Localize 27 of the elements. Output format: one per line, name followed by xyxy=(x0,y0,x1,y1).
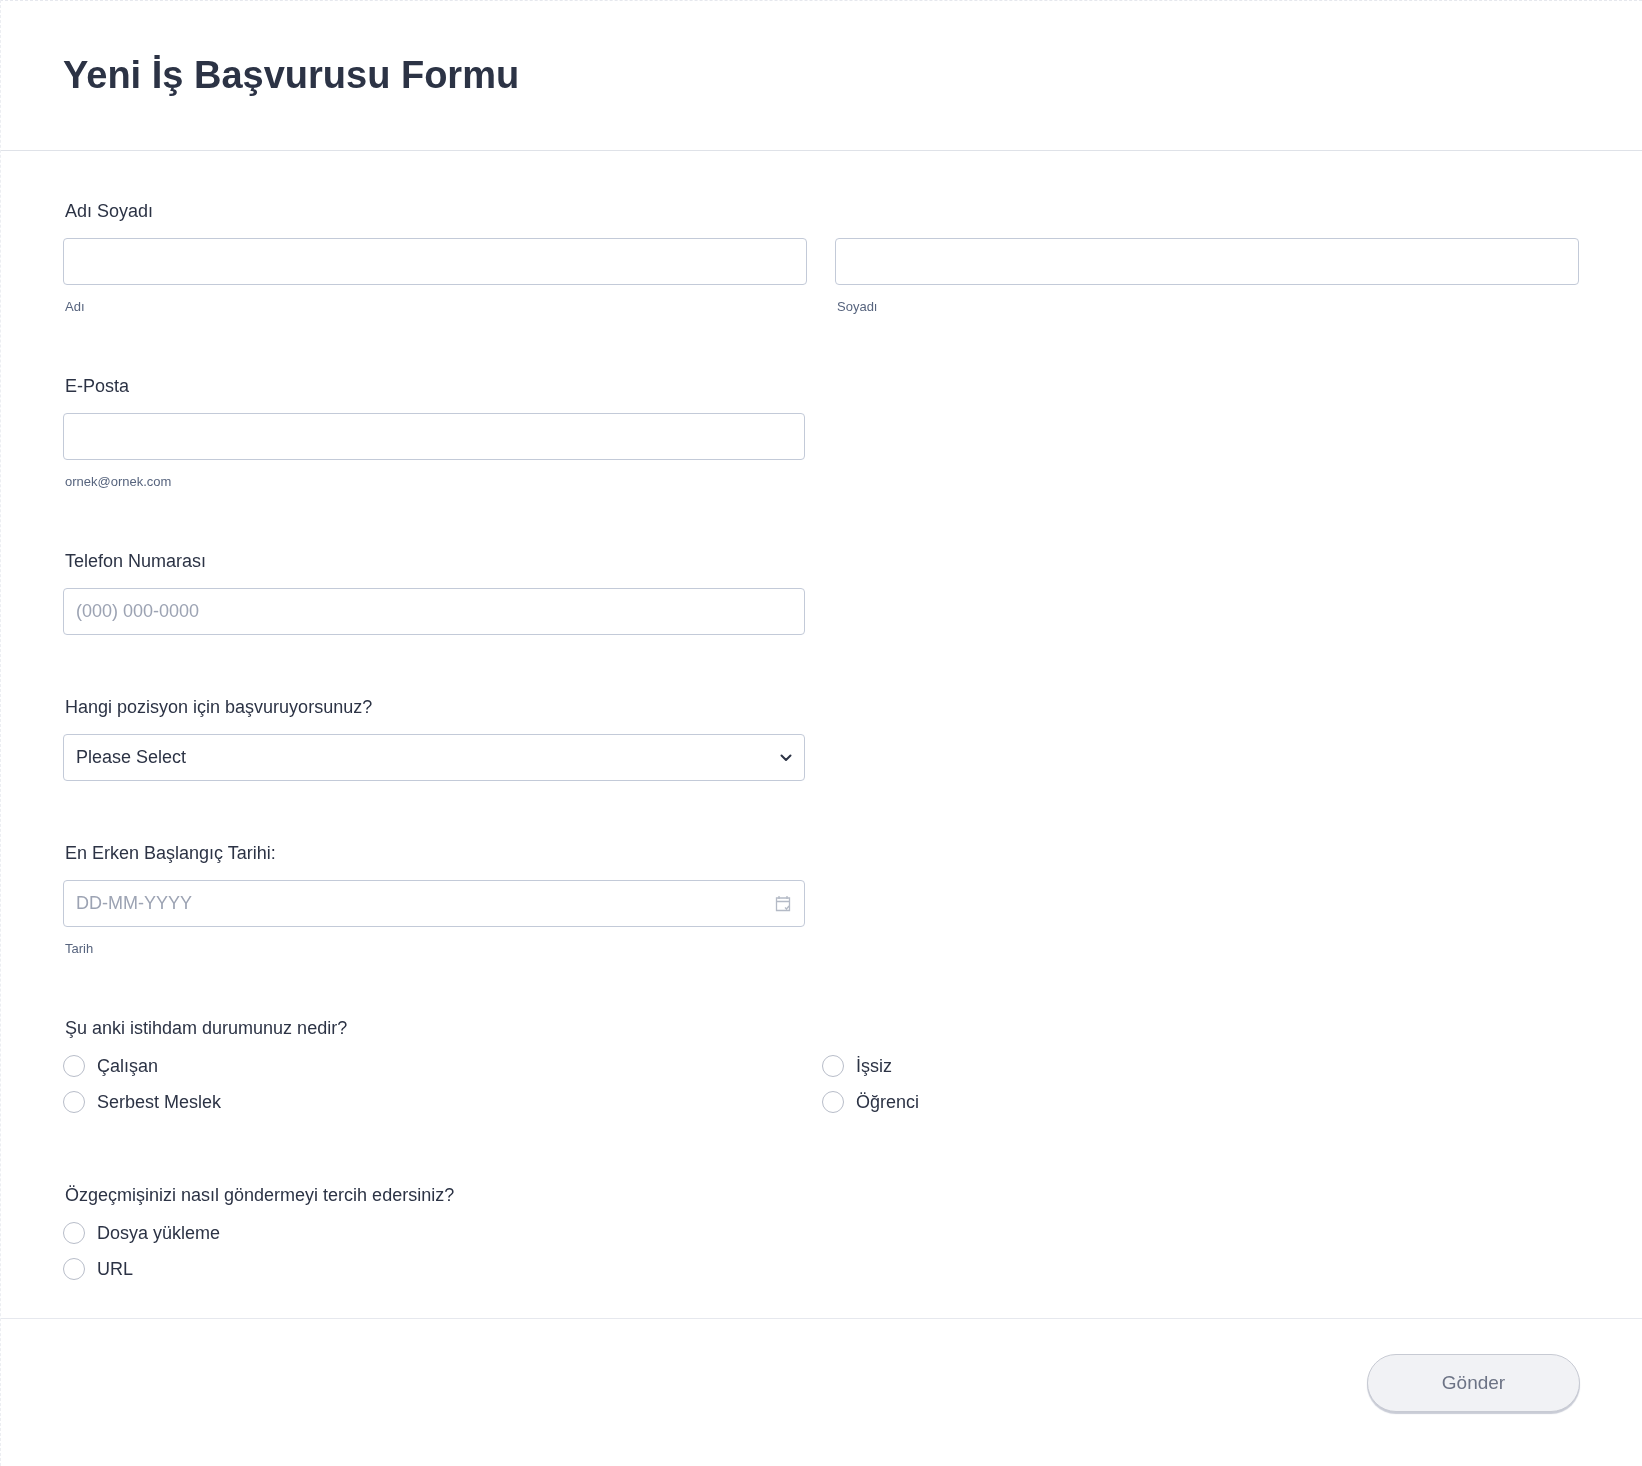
radio-option[interactable]: Serbest Meslek xyxy=(63,1091,222,1113)
field-label: Telefon Numarası xyxy=(64,551,208,572)
input-field[interactable] xyxy=(63,413,805,460)
radio-option[interactable]: İşsiz xyxy=(822,1055,892,1077)
input-field[interactable] xyxy=(835,238,1579,285)
field-sublabel: Soyadı xyxy=(836,299,879,314)
field-label: En Erken Başlangıç Tarihi: xyxy=(64,843,277,864)
form-title: Yeni İş Başvurusu Formu xyxy=(63,54,520,97)
field-sublabel: Tarih xyxy=(64,941,95,956)
field-sublabel: ornek@ornek.com xyxy=(64,474,173,489)
chevron-down-icon xyxy=(780,753,792,762)
field-label: Şu anki istihdam durumunuz nedir? xyxy=(64,1018,349,1039)
calendar-icon xyxy=(775,895,791,912)
field-sublabel: Adı xyxy=(64,299,86,314)
input-field[interactable]: (000) 000-0000 xyxy=(63,588,805,635)
radio-option[interactable]: URL xyxy=(63,1258,133,1280)
field-label: Adı Soyadı xyxy=(64,201,155,222)
input-field[interactable] xyxy=(63,238,807,285)
field-label: E-Posta xyxy=(64,376,131,397)
submit-button[interactable]: Gönder xyxy=(1367,1354,1580,1412)
date-field[interactable]: DD-MM-YYYY xyxy=(63,880,805,927)
dropdown-field[interactable]: Please Select xyxy=(63,734,805,781)
radio-option[interactable]: Öğrenci xyxy=(822,1091,920,1113)
field-label: Hangi pozisyon için başvuruyorsunuz? xyxy=(64,697,374,718)
radio-option[interactable]: Çalışan xyxy=(63,1055,159,1077)
radio-option[interactable]: Dosya yükleme xyxy=(63,1222,221,1244)
field-label: Özgeçmişinizi nasıl göndermeyi tercih edersiniz? xyxy=(64,1185,456,1206)
